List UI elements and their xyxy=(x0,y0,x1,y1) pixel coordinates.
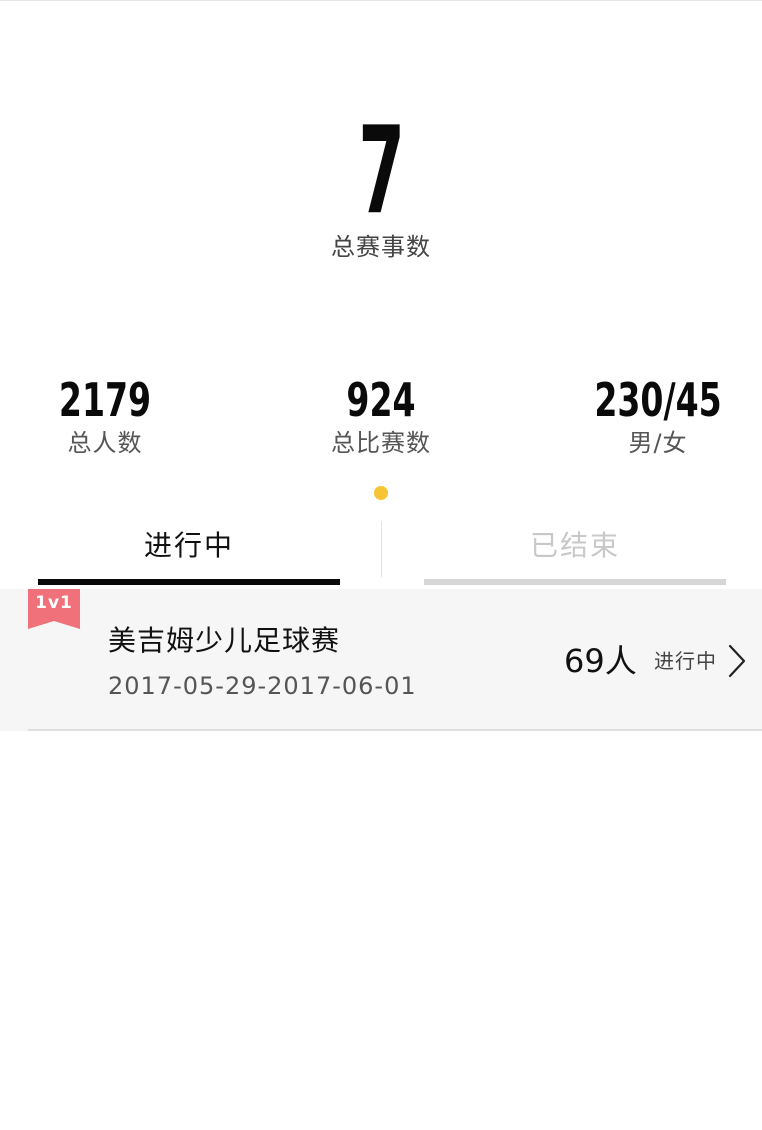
event-status: 进行中 xyxy=(654,649,717,673)
event-participant-count: 69人 xyxy=(564,642,637,680)
event-list: 1v1 美吉姆少儿足球赛 2017-05-29-2017-06-01 69人 进… xyxy=(0,589,762,731)
stat-total-matches: 924 总比赛数 xyxy=(281,372,481,458)
tab-finished-label: 已结束 xyxy=(529,529,620,562)
stat-value: 2179 xyxy=(58,373,152,427)
stat-label: 男/女 xyxy=(628,429,688,457)
stat-gender-ratio: 230/45 男/女 xyxy=(558,372,758,458)
top-border xyxy=(0,0,762,1)
event-date-range: 2017-05-29-2017-06-01 xyxy=(108,672,417,700)
tab-ongoing[interactable]: 进行中 xyxy=(38,515,340,585)
row-divider xyxy=(28,729,762,731)
status-tabs: 进行中 已结束 xyxy=(0,515,762,585)
tab-ongoing-label: 进行中 xyxy=(143,529,234,562)
tab-finished-underline xyxy=(424,579,726,585)
stat-label: 总人数 xyxy=(67,429,143,457)
event-type-badge: 1v1 xyxy=(28,589,80,629)
stat-value: 924 xyxy=(346,373,416,427)
stat-total-people: 2179 总人数 xyxy=(5,372,205,458)
event-title: 美吉姆少儿足球赛 xyxy=(108,624,341,657)
tab-ongoing-underline xyxy=(38,579,340,585)
tab-finished[interactable]: 已结束 xyxy=(424,515,726,585)
chevron-right-icon xyxy=(728,644,746,678)
page-indicator-dot xyxy=(374,486,388,500)
stat-value: 230/45 xyxy=(594,373,722,427)
total-events-value: 7 xyxy=(358,102,405,241)
tab-divider xyxy=(381,521,382,577)
stat-label: 总比赛数 xyxy=(331,429,431,457)
list-item[interactable]: 1v1 美吉姆少儿足球赛 2017-05-29-2017-06-01 69人 进… xyxy=(0,589,762,731)
summary-hero: 7 总赛事数 xyxy=(0,108,762,262)
event-type-badge-label: 1v1 xyxy=(35,593,73,613)
stats-row: 2179 总人数 924 总比赛数 230/45 男/女 xyxy=(0,372,762,472)
